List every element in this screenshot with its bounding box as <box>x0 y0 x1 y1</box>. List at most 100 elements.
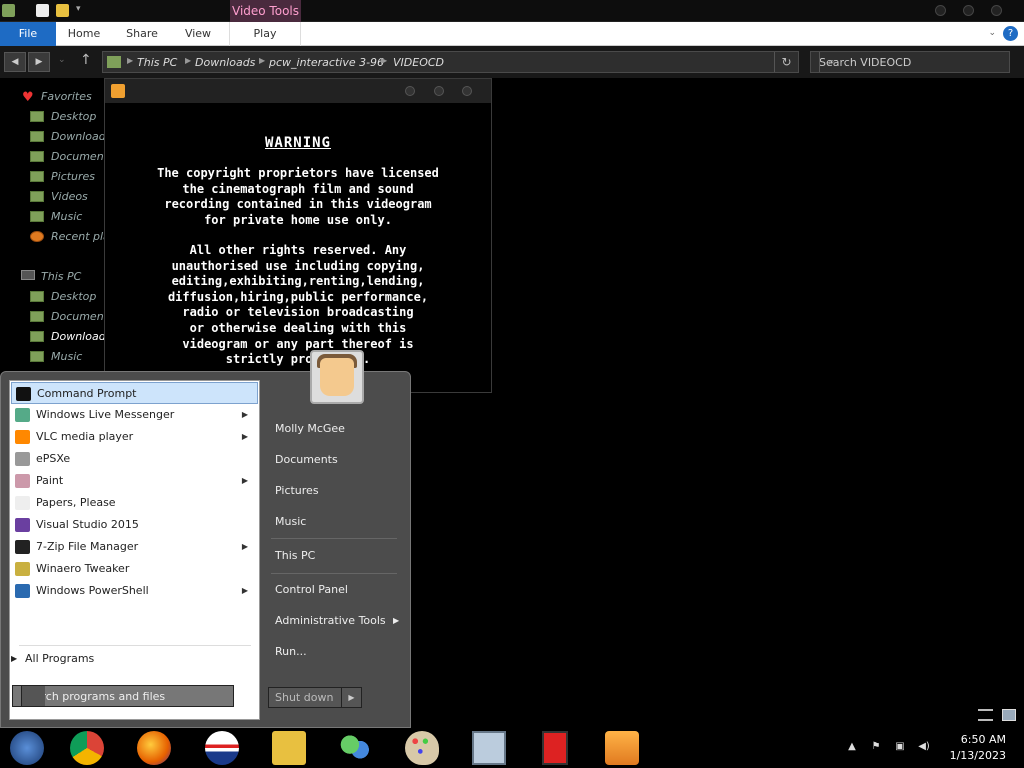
start-search-input[interactable]: Search programs and files <box>12 685 234 707</box>
shutdown-options-button[interactable]: ▶ <box>341 688 361 707</box>
tab-home[interactable]: Home <box>62 22 106 46</box>
triangle-right-icon: ▶ <box>11 654 18 663</box>
program-item[interactable]: Visual Studio 2015 <box>11 514 258 536</box>
red-app-icon[interactable] <box>542 731 568 765</box>
firefox-icon[interactable] <box>137 731 171 765</box>
tab-share[interactable]: Share <box>120 22 164 46</box>
search-icon[interactable]: ⌕ <box>819 52 843 72</box>
triangle-right-icon: ▶ <box>241 432 248 441</box>
minimize-button[interactable] <box>405 86 415 96</box>
refresh-icon[interactable]: ↻ <box>774 52 798 72</box>
this-pc-link[interactable]: This PC <box>275 546 315 566</box>
program-item[interactable]: Paint ▶ <box>11 470 258 492</box>
large-icons-view-icon[interactable] <box>1002 709 1016 721</box>
forward-button[interactable]: ▶ <box>28 52 50 72</box>
control-panel-link[interactable]: Control Panel <box>275 580 348 600</box>
quick-access-dropdown-icon[interactable]: ▾ <box>76 4 81 14</box>
nav-fav-recent-places[interactable]: Recent places <box>30 227 105 247</box>
nav-fav-music[interactable]: Music <box>30 207 105 227</box>
action-center-flag-icon[interactable]: ⚑ <box>870 741 882 753</box>
show-hidden-icons-icon[interactable]: ▲ <box>846 741 858 753</box>
expand-ribbon-icon[interactable]: ⌄ <box>988 28 996 38</box>
nav-fav-pictures[interactable]: Pictures <box>30 167 105 187</box>
nav-pc-desktop[interactable]: Desktop <box>30 287 105 307</box>
tab-play[interactable]: Play <box>229 22 301 46</box>
documents-link[interactable]: Documents <box>275 450 338 470</box>
administrative-tools-link[interactable]: Administrative Tools ▶ <box>275 611 400 631</box>
pictures-link[interactable]: Pictures <box>275 481 319 501</box>
breadcrumb-separator: ▶ <box>185 56 192 65</box>
back-button[interactable]: ◀ <box>4 52 26 72</box>
close-button[interactable] <box>991 5 1002 16</box>
details-view-icon[interactable] <box>978 709 993 721</box>
program-item[interactable]: Command Prompt <box>11 382 258 404</box>
tab-file[interactable]: File <box>0 22 56 46</box>
up-arrow-icon[interactable]: ↑ <box>80 52 92 68</box>
warning-paragraph-2: All other rights reserved. Any unauthori… <box>167 243 429 367</box>
nav-favorites-header[interactable]: Favorites <box>20 87 95 107</box>
search-input[interactable]: Search VIDEOCD ⌕ <box>810 51 1010 73</box>
program-item[interactable]: 7-Zip File Manager ▶ <box>11 536 258 558</box>
volume-icon[interactable]: ◀) <box>918 741 930 753</box>
maximize-button[interactable] <box>434 86 444 96</box>
file-explorer-icon[interactable] <box>272 731 306 765</box>
maximize-button[interactable] <box>963 5 974 16</box>
tab-view[interactable]: View <box>176 22 220 46</box>
media-player-icon[interactable] <box>605 731 639 765</box>
properties-icon[interactable] <box>36 4 49 17</box>
shutdown-button[interactable]: Shut down ▶ <box>268 687 362 708</box>
nav-fav-downloads[interactable]: Downloads <box>30 127 105 147</box>
breadcrumb-separator: ▶ <box>127 56 134 65</box>
minimize-button[interactable] <box>935 5 946 16</box>
music-link[interactable]: Music <box>275 512 306 532</box>
program-item[interactable]: VLC media player ▶ <box>11 426 258 448</box>
program-item[interactable]: Papers, Please <box>11 492 258 514</box>
nav-pc-documents[interactable]: Documents <box>30 307 105 327</box>
start-orb-icon[interactable] <box>10 731 44 765</box>
nav-pc-music[interactable]: Music <box>30 347 105 367</box>
breadcrumb-videocd[interactable]: VIDEOCD <box>393 56 444 69</box>
nav-fav-documents[interactable]: Documents <box>30 147 105 167</box>
taskbar: ▲ ⚑ ▣ ◀) 6:50 AM 1/13/2023 <box>0 728 1024 768</box>
address-bar[interactable]: ▶ This PC ▶ Downloads ▶ pcw_interactive … <box>102 51 799 73</box>
all-programs-button[interactable]: ▶ All Programs <box>9 648 239 670</box>
system-clock[interactable]: 6:50 AM 1/13/2023 <box>950 732 1006 764</box>
nav-this-pc-header[interactable]: This PC <box>20 267 95 287</box>
new-folder-icon[interactable] <box>56 4 69 17</box>
network-icon[interactable]: ▣ <box>894 741 906 753</box>
clock-time: 6:50 AM <box>960 733 1006 746</box>
obama-logo-icon[interactable] <box>205 731 239 765</box>
run-link[interactable]: Run... <box>275 642 307 662</box>
chrome-icon[interactable] <box>70 731 104 765</box>
view-mode-buttons <box>978 709 1018 723</box>
downloads-icon <box>30 131 44 142</box>
user-name-link[interactable]: Molly McGee <box>275 419 345 439</box>
help-icon[interactable]: ? <box>1003 26 1018 41</box>
nav-pc-downloads[interactable]: Downloads <box>30 327 105 347</box>
video-player-titlebar[interactable] <box>105 79 491 103</box>
program-item[interactable]: Windows Live Messenger ▶ <box>11 404 258 426</box>
video-player-window[interactable]: WARNING The copyright proprietors have l… <box>104 78 492 393</box>
ribbon-tabs: File Home Share View Play ⌄ ? <box>0 22 1024 46</box>
nav-label: Recent places <box>51 230 105 243</box>
nav-fav-videos[interactable]: Videos <box>30 187 105 207</box>
program-item[interactable]: ePSXe <box>11 448 258 470</box>
network-files-icon[interactable] <box>472 731 506 765</box>
program-label: ePSXe <box>36 452 71 465</box>
close-button[interactable] <box>462 86 472 96</box>
breadcrumb-downloads[interactable]: Downloads <box>195 56 255 69</box>
nav-fav-desktop[interactable]: Desktop <box>30 107 105 127</box>
divider <box>271 573 397 574</box>
triangle-right-icon: ▶ <box>241 542 248 551</box>
search-icon[interactable] <box>21 686 45 706</box>
messenger-icon[interactable] <box>338 731 372 765</box>
paint-icon[interactable] <box>405 731 439 765</box>
nav-label: Music <box>51 350 83 363</box>
breadcrumb-this-pc[interactable]: This PC <box>137 56 177 69</box>
recent-locations-icon[interactable]: ⌄ <box>58 55 66 65</box>
program-item[interactable]: Windows PowerShell ▶ <box>11 580 258 602</box>
breadcrumb-pcw-interactive[interactable]: pcw_interactive 3-96 <box>269 56 384 69</box>
folder-icon[interactable] <box>2 4 15 17</box>
user-avatar[interactable] <box>310 350 364 404</box>
program-item[interactable]: Winaero Tweaker <box>11 558 258 580</box>
